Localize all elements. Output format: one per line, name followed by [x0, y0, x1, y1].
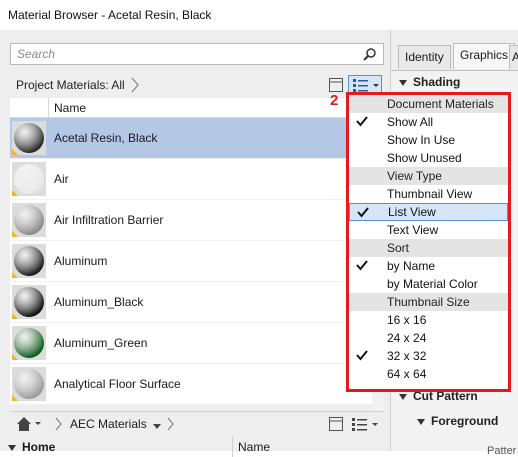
material-name: Analytical Floor Surface — [54, 377, 181, 391]
menu-item[interactable]: Show All — [349, 113, 508, 131]
material-name: Air Infiltration Barrier — [54, 213, 164, 227]
filter-bar: Project Materials: All — [10, 74, 384, 96]
menu-item-label: Thumbnail View — [387, 187, 473, 201]
library-name-column[interactable]: Name — [238, 440, 270, 454]
menu-item-label: by Name — [387, 259, 436, 273]
menu-item-label: 32 x 32 — [387, 349, 427, 363]
material-row[interactable]: Analytical Floor Surface — [10, 364, 384, 405]
search-icon[interactable] — [363, 47, 377, 64]
material-row[interactable]: Acetal Resin, Black — [10, 118, 384, 159]
shading-section[interactable]: Shading — [399, 75, 460, 89]
pattern-label: Patter — [487, 445, 517, 457]
list-column-header[interactable]: Name — [10, 98, 384, 118]
tab-graphics[interactable]: Graphics — [453, 43, 516, 69]
library-tree-header: Home Name — [0, 437, 390, 457]
material-list: Acetal Resin, Black Air Air Infiltration B… — [10, 118, 384, 405]
window-title: Material Browser - Acetal Resin, Black — [0, 0, 518, 30]
crumb-label: Project Materials: All — [16, 78, 125, 92]
menu-item[interactable]: Text View — [349, 221, 508, 239]
material-name: Air — [54, 172, 69, 186]
library-home-node[interactable]: Home — [8, 440, 55, 454]
menu-item-label: Show All — [387, 115, 434, 129]
material-row[interactable]: Air — [10, 159, 384, 200]
step-callout: 2 — [330, 92, 339, 109]
chevron-down-icon[interactable] — [152, 420, 162, 434]
material-row[interactable]: Aluminum_Black — [10, 282, 384, 323]
material-thumbnail — [12, 203, 46, 237]
search-box[interactable] — [10, 43, 384, 65]
menu-item[interactable]: 32 x 32 — [349, 347, 508, 365]
menu-item[interactable]: Thumbnail View — [349, 185, 508, 203]
menu-item[interactable]: Show Unused — [349, 149, 508, 167]
menu-item-label: 16 x 16 — [387, 313, 427, 327]
menu-item[interactable]: Show In Use — [349, 131, 508, 149]
material-name: Aluminum_Green — [54, 336, 148, 350]
search-input[interactable] — [11, 44, 351, 64]
warning-icon — [12, 190, 18, 196]
warning-icon — [12, 231, 18, 237]
warning-icon — [12, 395, 18, 401]
menu-item-label: List View — [388, 205, 436, 219]
view-options-icon[interactable] — [350, 416, 380, 435]
chevron-right-icon — [166, 415, 176, 436]
menu-item-label: Show In Use — [387, 133, 456, 147]
menu-item[interactable]: 64 x 64 — [349, 365, 508, 383]
menu-item[interactable]: 24 x 24 — [349, 329, 508, 347]
menu-group-header: View Type — [349, 167, 508, 185]
warning-icon — [12, 149, 18, 155]
menu-item[interactable]: by Material Color — [349, 275, 508, 293]
material-name: Aluminum_Black — [54, 295, 144, 309]
material-row[interactable]: Aluminum_Green — [10, 323, 384, 364]
material-thumbnail — [12, 285, 46, 319]
material-thumbnail — [12, 244, 46, 278]
name-column-label: Name — [54, 101, 87, 115]
material-name: Acetal Resin, Black — [54, 131, 158, 145]
menu-item[interactable]: List View — [349, 203, 508, 221]
menu-item-label: 24 x 24 — [387, 331, 427, 345]
warning-icon — [12, 354, 18, 360]
material-name: Aluminum — [54, 254, 108, 268]
material-thumbnail — [12, 121, 46, 155]
menu-item-label: 64 x 64 — [387, 367, 427, 381]
panel-toggle-icon[interactable] — [328, 416, 344, 435]
warning-icon — [12, 313, 18, 319]
menu-group-header: Document Materials — [349, 95, 508, 113]
library-label[interactable]: AEC Materials — [70, 417, 147, 431]
menu-item-label: Text View — [387, 223, 439, 237]
material-row[interactable]: Air Infiltration Barrier — [10, 200, 384, 241]
menu-item-label: by Material Color — [387, 277, 478, 291]
view-options-menu: Document Materials Show All Show In Use Sho… — [346, 92, 511, 392]
menu-item[interactable]: 16 x 16 — [349, 311, 508, 329]
material-thumbnail — [12, 326, 46, 360]
library-bar: AEC Materials — [10, 411, 384, 435]
material-thumbnail — [12, 162, 46, 196]
material-thumbnail — [12, 367, 46, 401]
menu-item-label: Show Unused — [387, 151, 462, 165]
project-materials-crumb[interactable]: Project Materials: All — [10, 74, 143, 96]
home-icon[interactable] — [16, 416, 46, 435]
tab-identity[interactable]: Identity — [398, 45, 451, 69]
menu-group-header: Thumbnail Size — [349, 293, 508, 311]
material-row[interactable]: Aluminum — [10, 241, 384, 282]
chevron-right-icon — [54, 415, 64, 436]
tab-appearance[interactable]: A — [509, 45, 518, 69]
menu-item[interactable]: by Name — [349, 257, 508, 275]
foreground-section[interactable]: Foreground — [417, 414, 498, 428]
warning-icon — [12, 272, 18, 278]
menu-group-header: Sort — [349, 239, 508, 257]
